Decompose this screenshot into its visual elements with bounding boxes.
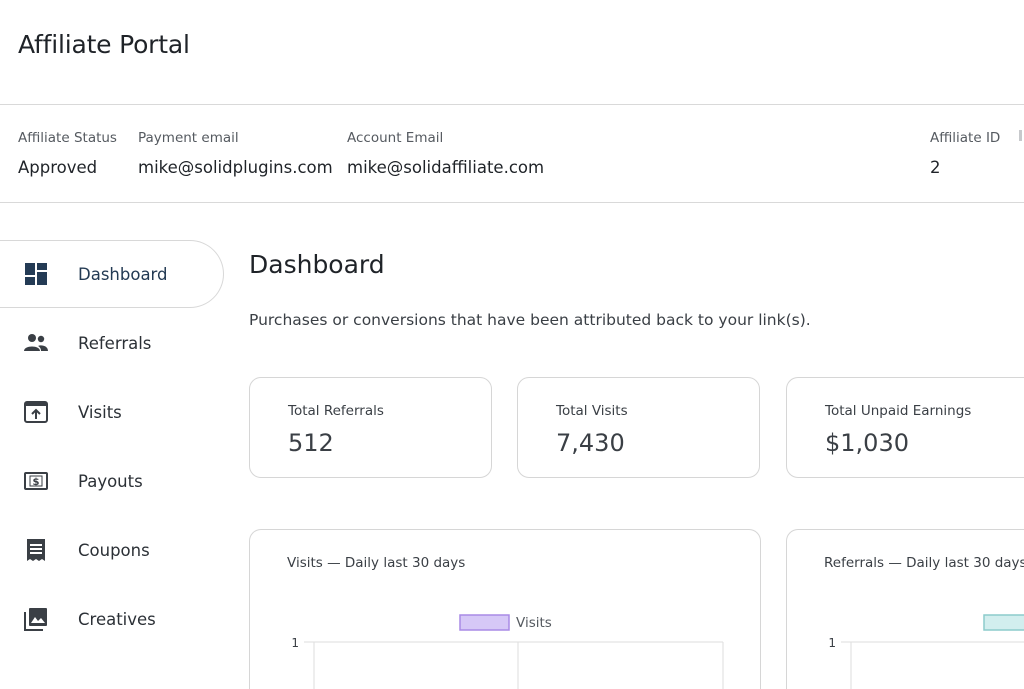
sidebar-item-label: Creatives <box>78 609 156 629</box>
sidebar-item-label: Referrals <box>78 333 152 353</box>
svg-text:$: $ <box>33 477 40 488</box>
affiliate-status-value: Approved <box>18 158 98 177</box>
portal-title: Affiliate Portal <box>18 30 190 59</box>
visits-icon <box>23 399 49 425</box>
affiliate-id: Affiliate ID 2 <box>930 130 1000 177</box>
payment-email-value: mike@solidplugins.com <box>138 158 333 177</box>
sidebar-item-label: Coupons <box>78 540 150 560</box>
visits-chart-card: Visits — Daily last 30 days Visits 1 <box>249 529 761 689</box>
page-description: Purchases or conversions that have been … <box>249 311 811 329</box>
stat-card-total-unpaid-earnings: Total Unpaid Earnings $1,030 <box>786 377 1024 478</box>
affiliate-status-label: Affiliate Status <box>18 130 117 146</box>
sidebar-item-dashboard[interactable]: Dashboard <box>0 240 224 308</box>
creatives-icon <box>23 606 49 632</box>
people-icon <box>23 330 49 356</box>
y-tick-label: 1 <box>291 636 299 650</box>
sidebar-item-label: Payouts <box>78 471 143 491</box>
sidebar-item-payouts[interactable]: $ Payouts <box>0 447 224 515</box>
legend-swatch[interactable] <box>983 614 1024 631</box>
dashboard-icon <box>23 261 49 287</box>
stat-label: Total Visits <box>556 403 628 419</box>
affiliate-id-label: Affiliate ID <box>930 130 1001 146</box>
stat-card-total-visits: Total Visits 7,430 <box>517 377 760 478</box>
visits-chart: Visits 1 <box>291 614 724 689</box>
sidebar-item-label: Visits <box>78 402 122 422</box>
sidebar-item-referrals[interactable]: Referrals <box>0 309 224 377</box>
stat-card-total-referrals: Total Referrals 512 <box>249 377 492 478</box>
page-title: Dashboard <box>249 250 385 279</box>
affiliate-info-bar: Affiliate Status Approved Payment email … <box>0 105 1024 203</box>
y-tick-label: 1 <box>828 636 836 650</box>
sidebar-item-coupons[interactable]: Coupons <box>0 516 224 584</box>
legend-swatch[interactable] <box>459 614 510 631</box>
info-overflow-mark <box>1019 130 1022 141</box>
legend-label[interactable]: Visits <box>516 615 552 631</box>
referrals-chart-card: Referrals — Daily last 30 days 1 <box>786 529 1024 689</box>
stat-label: Total Referrals <box>288 403 384 419</box>
stat-value: $1,030 <box>825 429 909 457</box>
coupons-icon <box>23 537 49 563</box>
sidebar-item-visits[interactable]: Visits <box>0 378 224 446</box>
account-email-value: mike@solidaffiliate.com <box>347 158 545 177</box>
sidebar-nav: Dashboard Referrals Visits $ Payouts Cou… <box>0 240 226 664</box>
account-email: Account Email mike@solidaffiliate.com <box>347 130 544 177</box>
stat-value: 512 <box>288 429 334 457</box>
referrals-chart: 1 <box>828 614 1024 689</box>
affiliate-id-value: 2 <box>930 158 941 177</box>
stat-value: 7,430 <box>556 429 625 457</box>
portal-header: Affiliate Portal <box>0 0 1024 105</box>
payment-email-label: Payment email <box>138 130 239 146</box>
affiliate-status: Affiliate Status Approved <box>18 130 117 177</box>
payouts-icon: $ <box>23 468 49 494</box>
sidebar-item-label: Dashboard <box>78 264 168 284</box>
payment-email: Payment email mike@solidplugins.com <box>138 130 333 177</box>
account-email-label: Account Email <box>347 130 444 146</box>
stat-label: Total Unpaid Earnings <box>825 403 972 419</box>
sidebar-item-creatives[interactable]: Creatives <box>0 585 224 653</box>
